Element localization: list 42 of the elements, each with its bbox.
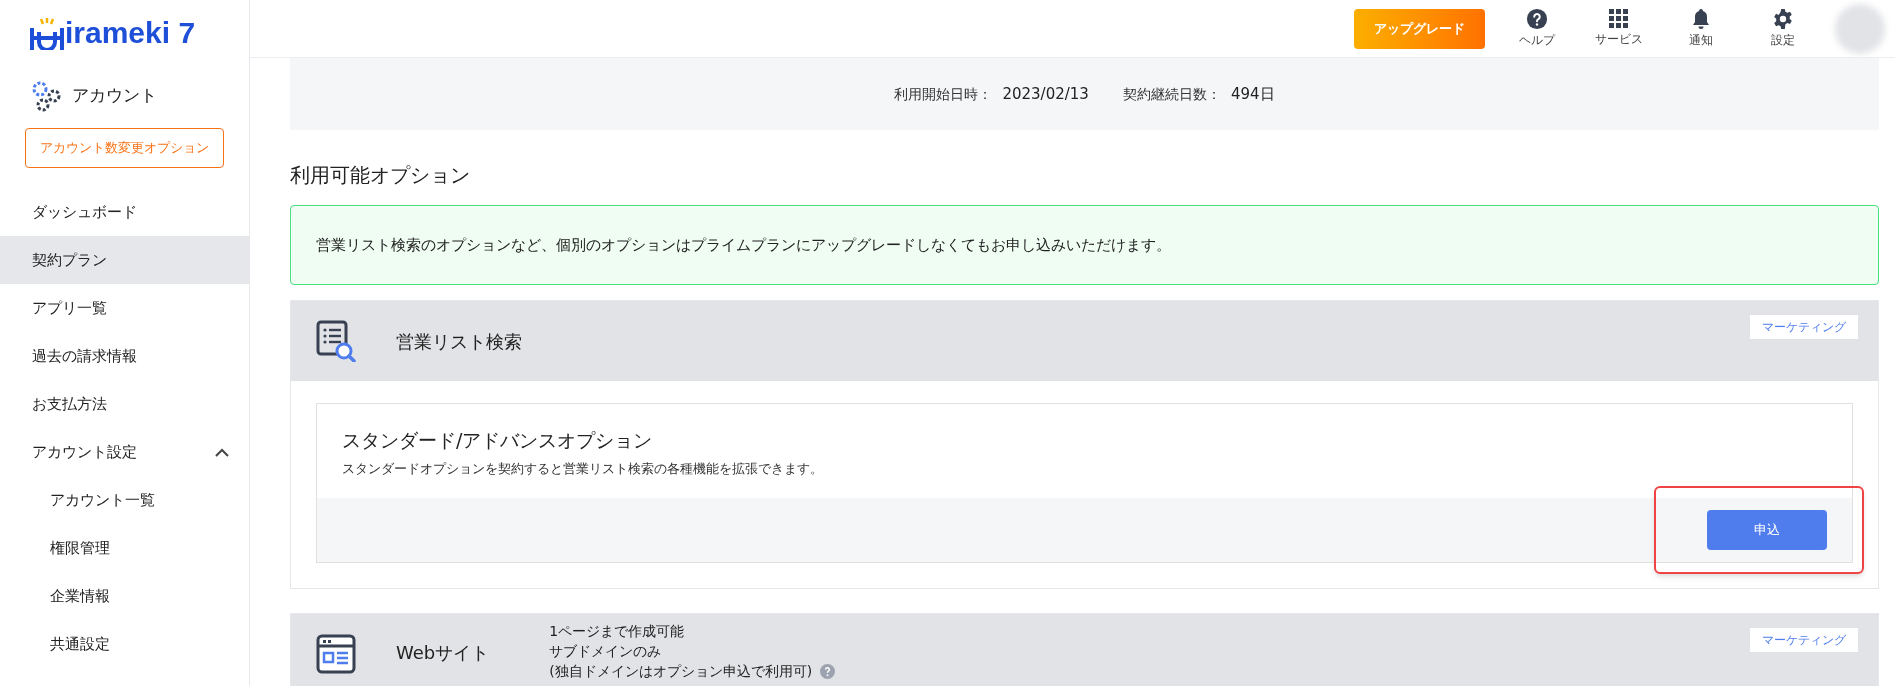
settings-icon [1772,8,1794,30]
help-icon [1526,8,1548,30]
category-tag: マーケティング [1750,315,1858,339]
apply-button[interactable]: 申込 [1707,510,1827,550]
option-title: Webサイト [396,641,490,665]
sidebar-item[interactable]: お支払方法 [0,380,249,428]
option-title: 営業リスト検索 [396,329,522,354]
notice-banner: 営業リスト検索のオプションなど、個別のオプションはプライムプランにアップグレードしなくてもお申し込みいただけます。 [290,205,1879,285]
sidebar-item[interactable]: 企業情報 [0,572,249,620]
list-search-icon [316,320,356,362]
info-value: 494日 [1230,83,1275,105]
sidebar-heading: アカウント [72,84,157,108]
info-value: 2023/02/13 [1002,83,1089,105]
header-nav-button[interactable]: 設定 [1753,8,1813,49]
logo-mark-icon [30,18,64,50]
option-card-title: スタンダード/アドバンスオプション [342,428,654,453]
header-nav-button[interactable]: サービス [1589,9,1649,48]
help-icon[interactable] [820,663,836,679]
logo-text: irameki 7 [65,16,196,50]
sidebar-item[interactable]: 契約プラン [0,236,249,284]
bell-icon [1691,8,1711,30]
grid-icon [1609,9,1629,29]
chevron-icon [215,447,229,457]
option-card-description: スタンダードオプションを契約すると営業リスト検索の各種機能を拡張できます。 [342,459,824,478]
avatar[interactable] [1835,3,1885,54]
note-text: (独自ドメインはオプション申込で利用可) [549,662,813,681]
note-text: サブドメインのみ [549,642,662,661]
sidebar-item[interactable]: アカウント一覧 [0,476,249,524]
category-tag: マーケティング [1750,628,1858,652]
browser-window-icon [316,634,356,674]
info-label: 契約継続日数： [1122,84,1221,104]
sidebar-item[interactable]: アカウント設定 [0,428,249,476]
sidebar-item[interactable]: ダッシュボード [0,188,249,236]
header-nav-button[interactable]: 通知 [1671,8,1731,49]
sidebar-item[interactable]: 権限管理 [0,524,249,572]
header-nav-button[interactable]: ヘルプ [1507,8,1567,49]
note-text: 1ページまで作成可能 [549,622,685,641]
info-label: 利用開始日時： [894,84,993,104]
sidebar-item[interactable]: 共通設定 [0,620,249,668]
sidebar-item[interactable]: アプリ一覧 [0,284,249,332]
sidebar-item[interactable]: 過去の請求情報 [0,332,249,380]
section-title: 利用可能オプション [290,162,471,189]
